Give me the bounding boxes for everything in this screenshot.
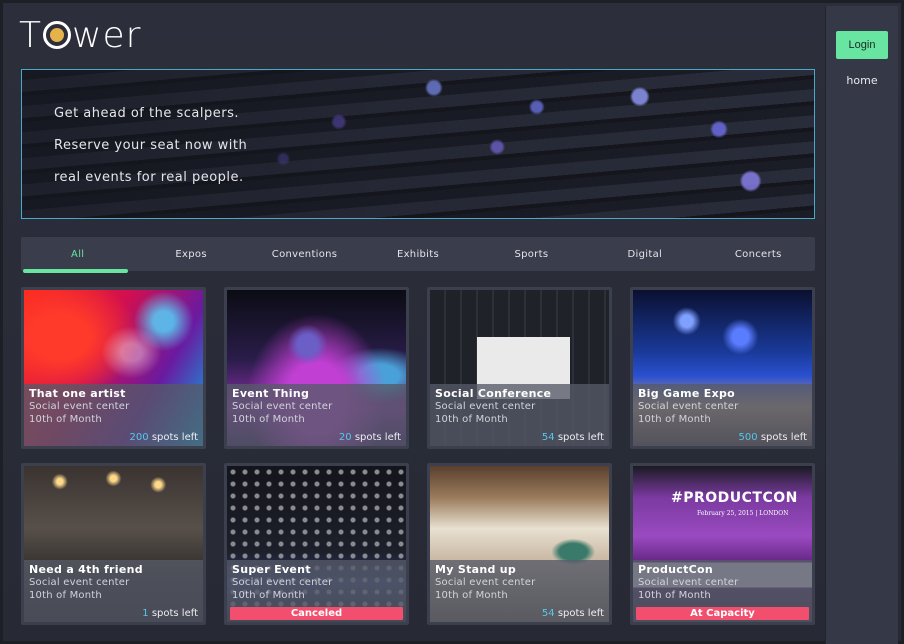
productcon-sign-subtext: February 25, 2015 | LONDON xyxy=(697,510,789,517)
right-sidebar: Login home xyxy=(825,6,898,644)
event-venue: Social event center xyxy=(29,577,130,588)
spots-label: spots left xyxy=(354,432,401,443)
event-title: Big Game Expo xyxy=(638,387,736,400)
spots-label: spots left xyxy=(557,608,604,619)
event-venue: Social event center xyxy=(435,401,536,412)
app-frame: T wer Get ahead of the scalpers. Reserve… xyxy=(0,0,904,644)
logo-text-left: T xyxy=(19,14,42,56)
event-info: Big Game Expo Social event center 10th o… xyxy=(633,384,812,446)
canceled-badge: Canceled xyxy=(230,607,403,620)
event-card[interactable]: #PRODUCTCON February 25, 2015 | LONDON P… xyxy=(630,463,815,625)
logo-text-right: wer xyxy=(72,14,142,56)
tab-digital[interactable]: Digital xyxy=(588,237,701,271)
spots-count: 200 xyxy=(129,432,149,443)
home-link[interactable]: home xyxy=(846,74,877,87)
tab-sports[interactable]: Sports xyxy=(475,237,588,271)
event-card[interactable]: Need a 4th friend Social event center 10… xyxy=(21,463,206,625)
spots-count: 20 xyxy=(338,432,352,443)
at-capacity-badge: At Capacity xyxy=(636,607,809,620)
spots-count: 500 xyxy=(738,432,758,443)
spots-left: 54 spots left xyxy=(542,608,604,619)
logo-emblem-icon xyxy=(43,21,71,49)
event-card[interactable]: Super Event Social event center 10th of … xyxy=(224,463,409,625)
event-title: ProductCon xyxy=(638,563,713,576)
event-date: 10th of Month xyxy=(435,590,508,601)
tab-all[interactable]: All xyxy=(21,237,134,273)
tower-logo[interactable]: T wer xyxy=(19,14,142,56)
event-info: Social Conference Social event center 10… xyxy=(430,384,609,446)
spots-label: spots left xyxy=(151,608,198,619)
event-date: 10th of Month xyxy=(638,414,711,425)
event-card[interactable]: That one artist Social event center 10th… xyxy=(21,287,206,449)
category-tabs: All Expos Conventions Exhibits Sports Di… xyxy=(21,237,815,273)
event-date: 10th of Month xyxy=(638,590,711,601)
event-card[interactable]: Event Thing Social event center 10th of … xyxy=(224,287,409,449)
event-venue: Social event center xyxy=(232,577,333,588)
event-title: Social Conference xyxy=(435,387,552,400)
login-button[interactable]: Login xyxy=(836,31,888,59)
event-date: 10th of Month xyxy=(29,590,102,601)
tab-exhibits[interactable]: Exhibits xyxy=(361,237,474,271)
spots-left: 1 spots left xyxy=(142,608,198,619)
hero-banner: Get ahead of the scalpers. Reserve your … xyxy=(21,69,815,219)
event-venue: Social event center xyxy=(232,401,333,412)
spots-left: 54 spots left xyxy=(542,432,604,443)
spots-label: spots left xyxy=(557,432,604,443)
events-grid: That one artist Social event center 10th… xyxy=(21,287,815,627)
spots-left: 200 spots left xyxy=(130,432,198,443)
event-title: Super Event xyxy=(232,563,311,576)
spots-count: 1 xyxy=(142,608,149,619)
event-date: 10th of Month xyxy=(29,414,102,425)
tab-expos[interactable]: Expos xyxy=(134,237,247,271)
event-card[interactable]: Big Game Expo Social event center 10th o… xyxy=(630,287,815,449)
event-card[interactable]: My Stand up Social event center 10th of … xyxy=(427,463,612,625)
spots-left: 500 spots left xyxy=(739,432,807,443)
spots-count: 54 xyxy=(541,608,555,619)
event-date: 10th of Month xyxy=(435,414,508,425)
hero-line-3: real events for real people. xyxy=(54,170,244,185)
tab-concerts[interactable]: Concerts xyxy=(702,237,815,271)
spots-count: 54 xyxy=(541,432,555,443)
event-title: Event Thing xyxy=(232,387,310,400)
event-info: Event Thing Social event center 10th of … xyxy=(227,384,406,446)
event-venue: Social event center xyxy=(638,577,739,588)
event-title: Need a 4th friend xyxy=(29,563,143,576)
spots-label: spots left xyxy=(151,432,198,443)
event-venue: Social event center xyxy=(638,401,739,412)
event-info: My Stand up Social event center 10th of … xyxy=(430,560,609,622)
hero-text: Get ahead of the scalpers. Reserve your … xyxy=(54,98,247,194)
event-info: Need a 4th friend Social event center 10… xyxy=(24,560,203,622)
hero-line-1: Get ahead of the scalpers. xyxy=(54,106,239,121)
event-card[interactable]: Social Conference Social event center 10… xyxy=(427,287,612,449)
spots-left: 20 spots left xyxy=(339,432,401,443)
event-info: That one artist Social event center 10th… xyxy=(24,384,203,446)
event-venue: Social event center xyxy=(435,577,536,588)
event-title: That one artist xyxy=(29,387,126,400)
event-title: My Stand up xyxy=(435,563,517,576)
tab-conventions[interactable]: Conventions xyxy=(248,237,361,271)
event-venue: Social event center xyxy=(29,401,130,412)
hero-line-2: Reserve your seat now with xyxy=(54,138,248,153)
event-date: 10th of Month xyxy=(232,414,305,425)
event-date: 10th of Month xyxy=(232,590,305,601)
spots-label: spots left xyxy=(760,432,807,443)
productcon-sign-text: #PRODUCTCON xyxy=(671,490,798,506)
